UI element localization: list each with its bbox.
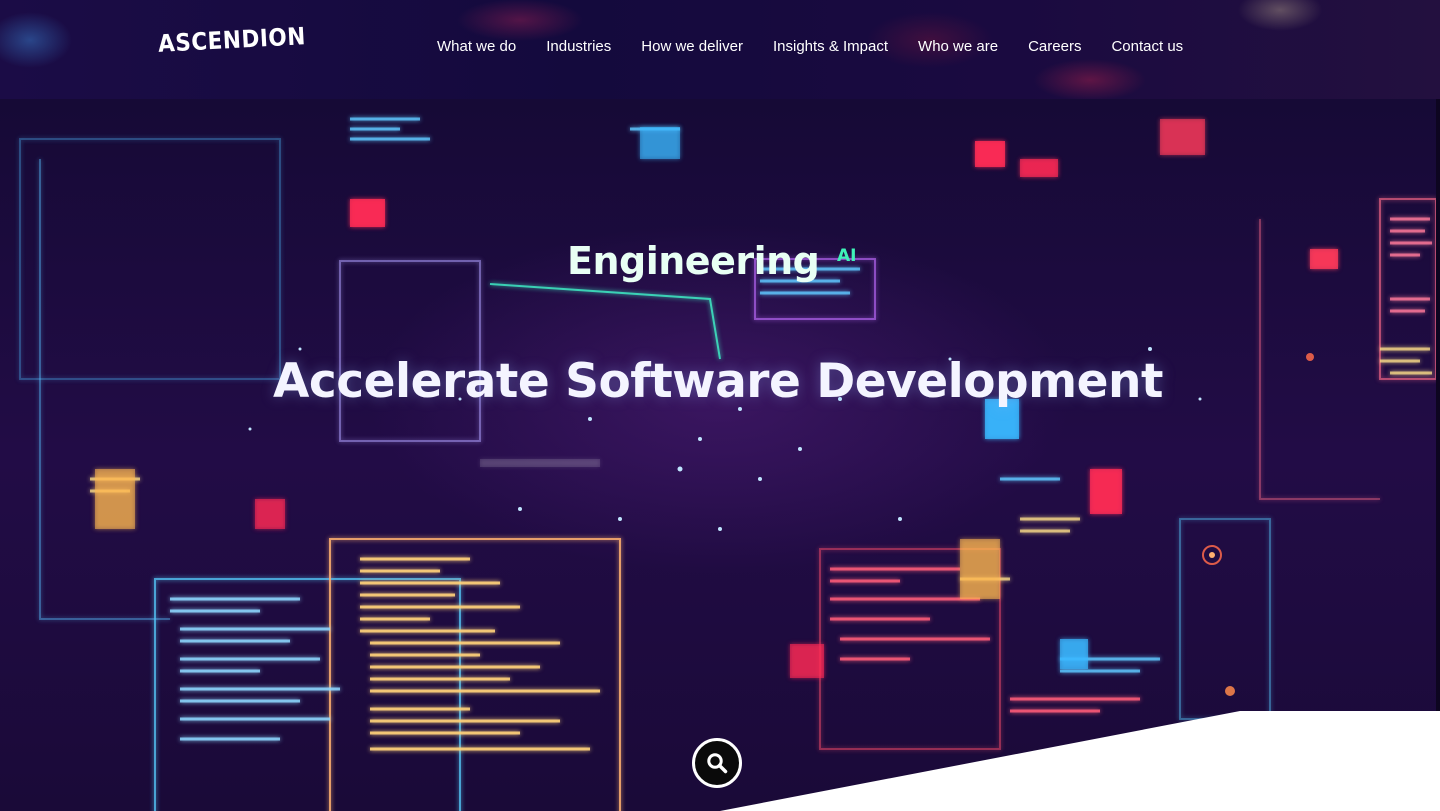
search-button[interactable] <box>692 738 742 788</box>
nav-item-careers[interactable]: Careers <box>1028 38 1081 55</box>
section-divider-wedge <box>720 711 1440 811</box>
ascendion-logo[interactable]: ASCENDION <box>157 22 306 58</box>
nav-item-industries[interactable]: Industries <box>546 38 611 55</box>
nav-item-insights-impact[interactable]: Insights & Impact <box>773 38 888 55</box>
main-nav: What we do Industries How we deliver Ins… <box>437 38 1213 55</box>
nav-item-who-we-are[interactable]: Who we are <box>918 38 998 55</box>
search-icon <box>707 753 728 774</box>
nav-item-contact-us[interactable]: Contact us <box>1111 38 1183 55</box>
nav-item-how-we-deliver[interactable]: How we deliver <box>641 38 743 55</box>
site-header: ASCENDION What we do Industries How we d… <box>0 0 1440 99</box>
nav-item-what-we-do[interactable]: What we do <box>437 38 516 55</box>
